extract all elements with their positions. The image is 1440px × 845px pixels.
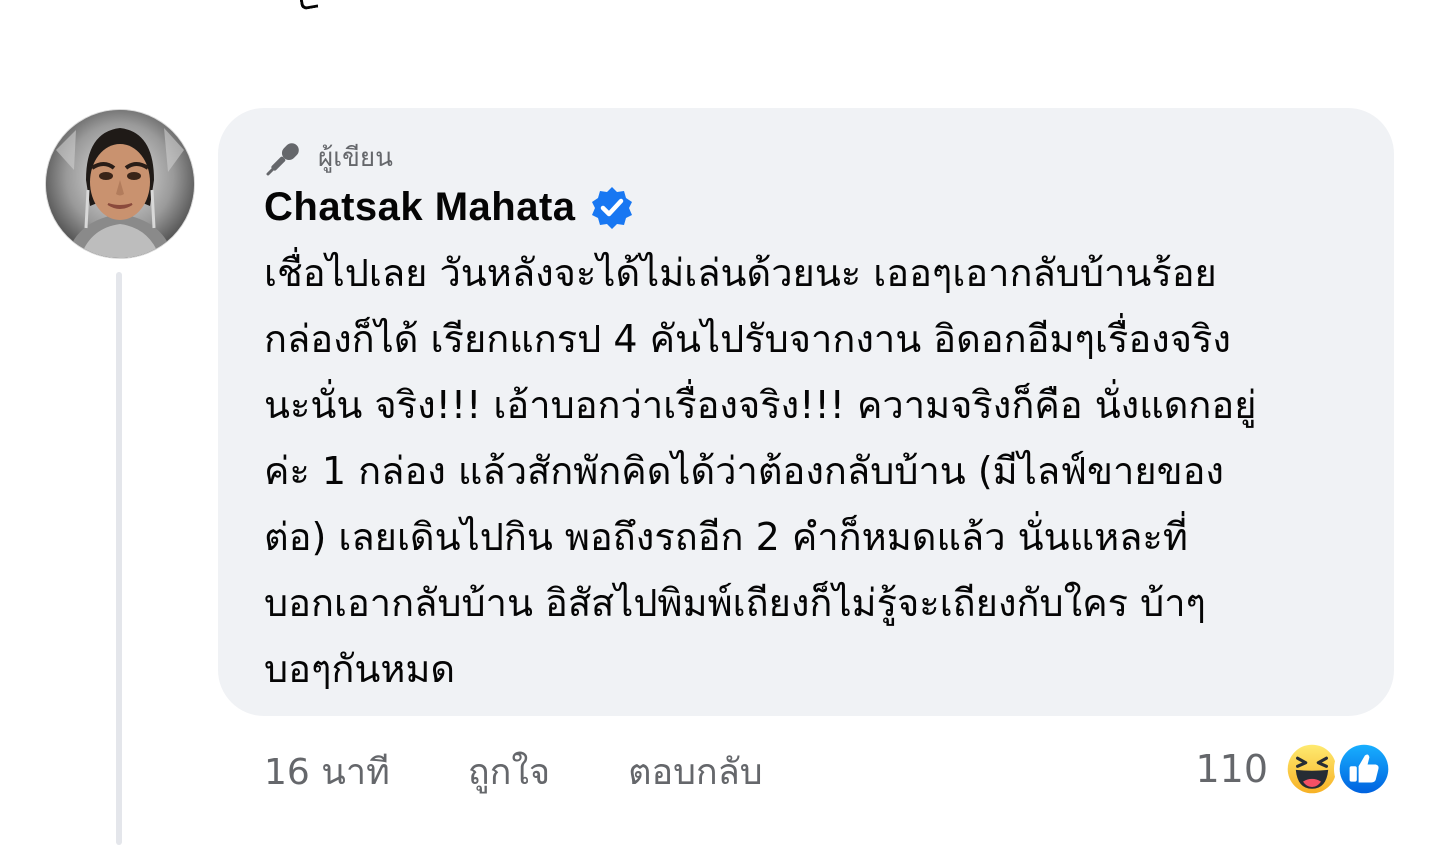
comment-timestamp[interactable]: 16 นาที bbox=[264, 743, 390, 800]
like-icon bbox=[1334, 739, 1394, 799]
avatar[interactable] bbox=[46, 110, 194, 258]
comment-line: นะนั่น จริง!!! เอ้าบอกว่าเรื่องจริง!!! ค… bbox=[264, 383, 1257, 427]
comment-thread: ผู้เขียน Chatsak Mahata เชื่อไปเลย วันหล… bbox=[0, 0, 1440, 845]
reaction-summary[interactable]: 110 bbox=[1195, 738, 1394, 800]
author-name[interactable]: Chatsak Mahata bbox=[264, 185, 576, 230]
like-button[interactable]: ถูกใจ bbox=[468, 743, 550, 800]
comment-text: เชื่อไปเลย วันหลังจะได้ไม่เล่นด้วยนะ เออ… bbox=[264, 240, 1364, 702]
author-badge-label: ผู้เขียน bbox=[318, 143, 393, 173]
comment-line: บอๆกันหมด bbox=[264, 647, 456, 691]
reaction-count: 110 bbox=[1195, 747, 1268, 791]
reply-button[interactable]: ตอบกลับ bbox=[628, 743, 763, 800]
haha-icon bbox=[1282, 739, 1342, 799]
verified-badge-icon bbox=[591, 187, 632, 229]
comment-line: เชื่อไปเลย วันหลังจะได้ไม่เล่นด้วยนะ เออ… bbox=[264, 251, 1217, 295]
thread-line bbox=[116, 272, 122, 845]
comment-line: ค่ะ 1 กล่อง แล้วสักพักคิดได้ว่าต้องกลับบ… bbox=[264, 449, 1224, 493]
comment-line: กล่องก็ได้ เรียกแกรป 4 คันไปรับจากงาน อิ… bbox=[264, 317, 1231, 361]
microphone-icon bbox=[266, 143, 299, 176]
comment-line: บอกเอากลับบ้าน อิสัสไปพิมพ์เถียงก็ไม่รู้… bbox=[264, 581, 1206, 625]
comment-line: ต่อ) เลยเดินไปกิน พอถึงรถอีก 2 คำก็หมดแล… bbox=[264, 515, 1188, 559]
author-badge: ผู้เขียน bbox=[264, 138, 393, 178]
author-row: Chatsak Mahata bbox=[264, 180, 634, 234]
previous-text-fragment bbox=[298, 0, 319, 11]
comment-actions: 16 นาที ถูกใจ ตอบกลับ bbox=[264, 744, 763, 798]
